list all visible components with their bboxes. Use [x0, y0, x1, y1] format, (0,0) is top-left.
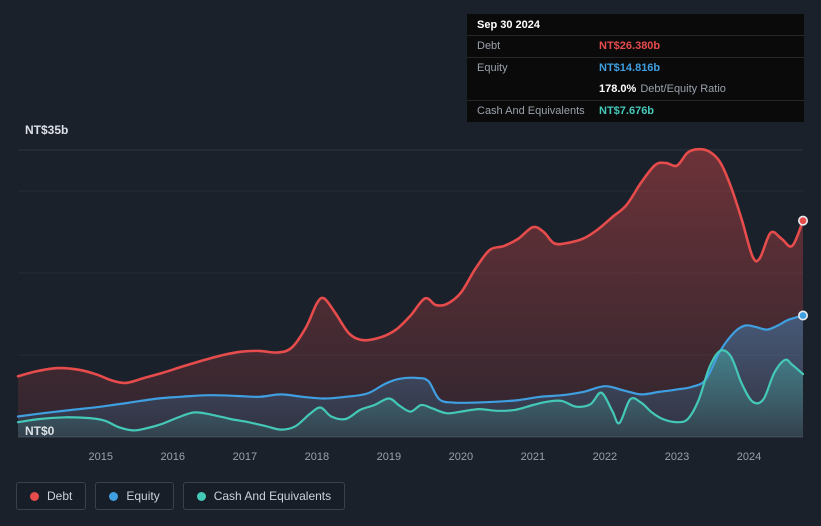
legend-item-cash-and-equivalents[interactable]: Cash And Equivalents: [182, 482, 346, 510]
tooltip-ratio-value: 178.0%: [599, 83, 637, 95]
tooltip-row-ratio: 178.0% Debt/Equity Ratio: [467, 79, 804, 101]
cash-and-equivalents-dot-icon: [196, 491, 206, 501]
legend-item-equity[interactable]: Equity: [95, 482, 174, 510]
tooltip-cash-value: NT$7.676b: [599, 105, 655, 117]
x-axis-label: 2016: [161, 451, 185, 463]
equity-dot-icon: [109, 491, 119, 501]
chart-tooltip: Sep 30 2024 Debt NT$26.380b Equity NT$14…: [467, 14, 804, 122]
y-axis-max-label: NT$35b: [25, 123, 69, 137]
y-axis-min-label: NT$0: [25, 424, 55, 438]
legend: Debt Equity Cash And Equivalents: [16, 482, 346, 510]
x-axis-label: 2023: [665, 451, 689, 463]
tooltip-row-debt: Debt NT$26.380b: [467, 36, 804, 58]
debt-dot-icon: [30, 491, 39, 501]
tooltip-equity-value: NT$14.816b: [599, 62, 661, 74]
legend-item-debt[interactable]: Debt: [16, 482, 87, 510]
tooltip-row-cash: Cash And Equivalents NT$7.676b: [467, 101, 804, 122]
tooltip-row-equity: Equity NT$14.816b: [467, 58, 804, 79]
endpoint-equity: [797, 310, 808, 321]
endpoint-debt: [797, 215, 808, 226]
x-axis-label: 2018: [305, 451, 329, 463]
tooltip-debt-value: NT$26.380b: [599, 40, 661, 52]
debt-equity-history-chart: 2015 2016 2017 2018 2019 2020 2021 2022 2023 2024…: [0, 0, 821, 526]
x-axis-label: 2024: [737, 451, 761, 463]
x-axis-label: 2019: [377, 451, 401, 463]
legend-label: Cash And Equivalents: [213, 489, 332, 503]
tooltip-date: Sep 30 2024: [467, 14, 804, 36]
x-axis-label: 2020: [449, 451, 473, 463]
legend-label: Equity: [126, 489, 160, 503]
x-axis-label: 2022: [593, 451, 617, 463]
x-axis-label: 2017: [233, 451, 257, 463]
x-axis-label: 2015: [89, 451, 113, 463]
tooltip-debt-label: Debt: [477, 40, 501, 52]
tooltip-cash-label: Cash And Equivalents: [477, 105, 585, 117]
legend-label: Debt: [47, 489, 73, 503]
tooltip-equity-label: Equity: [477, 62, 508, 74]
x-axis-label: 2021: [521, 451, 545, 463]
tooltip-ratio-suffix: Debt/Equity Ratio: [640, 83, 726, 95]
